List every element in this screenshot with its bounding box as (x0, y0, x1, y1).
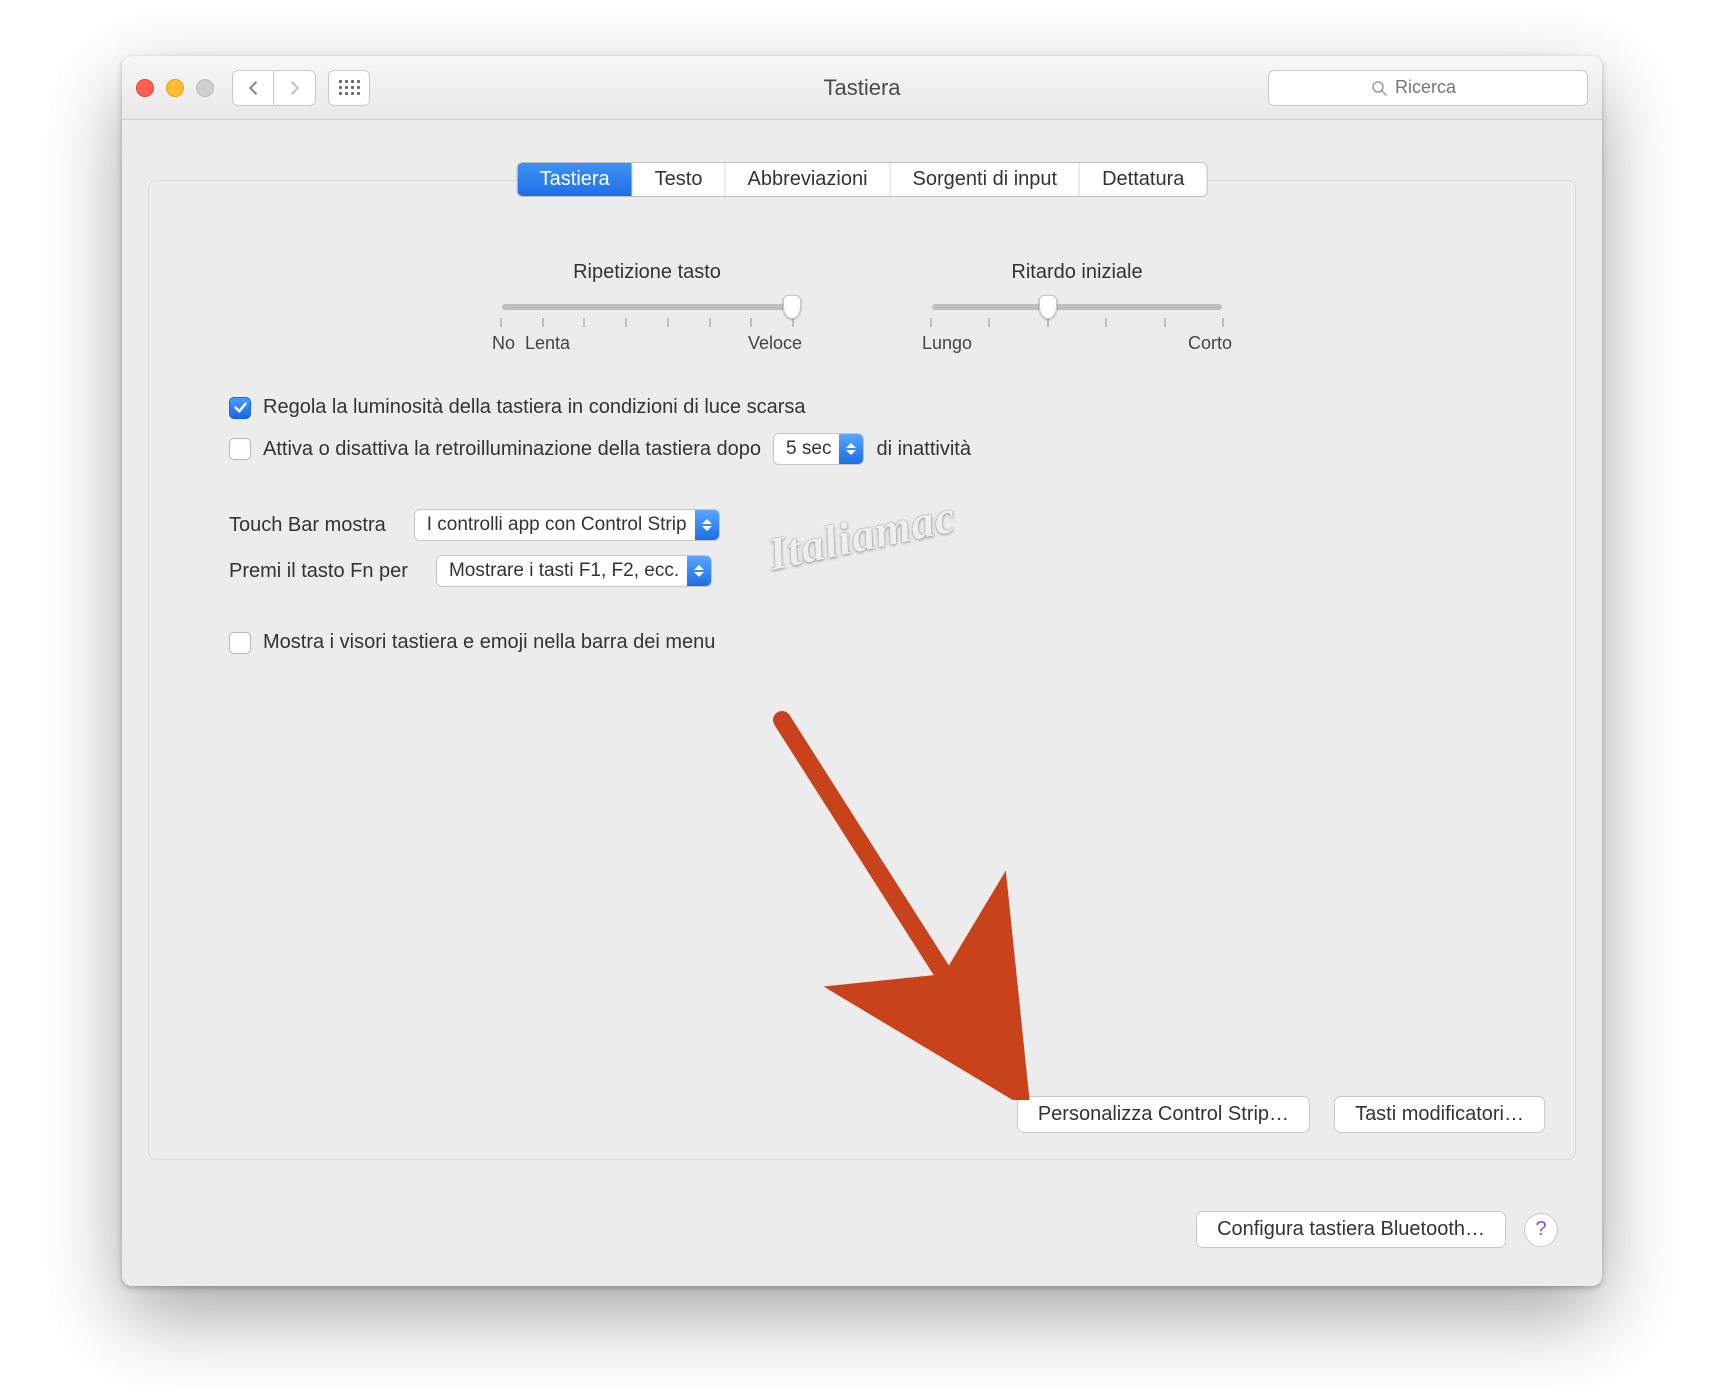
tab-panel: Ripetizione tasto No Lenta Veloce Rita (148, 180, 1576, 1160)
brightness-checkbox[interactable] (229, 397, 251, 419)
stepper-icon (839, 434, 863, 464)
slider-min-label-2: Lenta (525, 333, 570, 354)
delay-slider[interactable] (932, 304, 1222, 310)
zoom-icon (196, 79, 214, 97)
brightness-checkbox-row: Regola la luminosità della tastiera in c… (229, 396, 1495, 419)
delay-slider-block: Ritardo iniziale Lungo Corto (922, 261, 1232, 354)
backlight-checkbox-row: Attiva o disattiva la retroilluminazione… (229, 433, 1495, 465)
slider-ticks (922, 318, 1232, 327)
back-button[interactable] (232, 70, 274, 106)
key-repeat-slider[interactable] (502, 304, 792, 310)
panel-buttons: Personalizza Control Strip… Tasti modifi… (1017, 1096, 1545, 1133)
viewers-checkbox[interactable] (229, 632, 251, 654)
sliders-row: Ripetizione tasto No Lenta Veloce Rita (229, 261, 1495, 354)
fnkey-select[interactable]: Mostrare i tasti F1, F2, ecc. (436, 555, 712, 587)
key-repeat-label: Ripetizione tasto (492, 261, 802, 284)
viewers-checkbox-row: Mostra i visori tastiera e emoji nella b… (229, 631, 1495, 654)
bluetooth-keyboard-button[interactable]: Configura tastiera Bluetooth… (1196, 1211, 1506, 1248)
select-value: 5 sec (786, 438, 831, 460)
tab-tastiera[interactable]: Tastiera (518, 163, 633, 196)
viewers-checkbox-label: Mostra i visori tastiera e emoji nella b… (263, 631, 715, 654)
backlight-timeout-select[interactable]: 5 sec (773, 433, 864, 465)
search-icon (1371, 80, 1387, 96)
traffic-lights (136, 79, 214, 97)
stepper-icon (695, 510, 719, 540)
fnkey-row: Premi il tasto Fn per Mostrare i tasti F… (229, 555, 1495, 587)
select-value: I controlli app con Control Strip (427, 514, 687, 536)
brightness-checkbox-label: Regola la luminosità della tastiera in c… (263, 396, 806, 419)
tab-testo[interactable]: Testo (633, 163, 726, 196)
slider-max-label: Corto (1188, 333, 1232, 354)
tab-abbreviazioni[interactable]: Abbreviazioni (725, 163, 890, 196)
touchbar-row: Touch Bar mostra I controlli app con Con… (229, 509, 1495, 541)
titlebar: Tastiera (122, 56, 1602, 120)
slider-min-label: Lungo (922, 333, 972, 354)
slider-max-label: Veloce (748, 333, 802, 354)
touchbar-select[interactable]: I controlli app con Control Strip (414, 509, 720, 541)
slider-thumb[interactable] (1039, 295, 1057, 319)
show-all-button[interactable] (328, 70, 370, 106)
tab-bar: TastieraTestoAbbreviazioniSorgenti di in… (517, 162, 1208, 197)
slider-minmax: Lungo Corto (922, 333, 1232, 354)
search-field[interactable] (1268, 70, 1588, 106)
tab-sorgenti-di-input[interactable]: Sorgenti di input (891, 163, 1081, 196)
preferences-window: Tastiera TastieraTestoAbbreviazioniSorge… (122, 56, 1602, 1286)
slider-thumb[interactable] (783, 295, 801, 319)
minimize-icon[interactable] (166, 79, 184, 97)
grid-icon (339, 80, 360, 95)
key-repeat-slider-block: Ripetizione tasto No Lenta Veloce (492, 261, 802, 354)
slider-ticks (492, 318, 802, 327)
slider-minmax: No Lenta Veloce (492, 333, 802, 354)
backlight-label-before: Attiva o disattiva la retroilluminazione… (263, 438, 761, 461)
footer: Configura tastiera Bluetooth… ? (1196, 1211, 1558, 1248)
content-area: TastieraTestoAbbreviazioniSorgenti di in… (122, 120, 1602, 1286)
modifier-keys-button[interactable]: Tasti modificatori… (1334, 1096, 1545, 1133)
backlight-label-after: di inattività (876, 438, 971, 461)
help-button[interactable]: ? (1524, 1213, 1558, 1247)
question-icon: ? (1535, 1218, 1546, 1241)
stepper-icon (687, 556, 711, 586)
tab-dettatura[interactable]: Dettatura (1080, 163, 1206, 196)
slider-min-label: No (492, 333, 515, 354)
nav-buttons (232, 70, 316, 106)
search-input[interactable] (1395, 77, 1485, 98)
select-value: Mostrare i tasti F1, F2, ecc. (449, 560, 679, 582)
fnkey-label: Premi il tasto Fn per (229, 560, 408, 583)
backlight-checkbox[interactable] (229, 438, 251, 460)
forward-button[interactable] (274, 70, 316, 106)
touchbar-label: Touch Bar mostra (229, 514, 386, 537)
customize-control-strip-button[interactable]: Personalizza Control Strip… (1017, 1096, 1310, 1133)
close-icon[interactable] (136, 79, 154, 97)
delay-label: Ritardo iniziale (922, 261, 1232, 284)
